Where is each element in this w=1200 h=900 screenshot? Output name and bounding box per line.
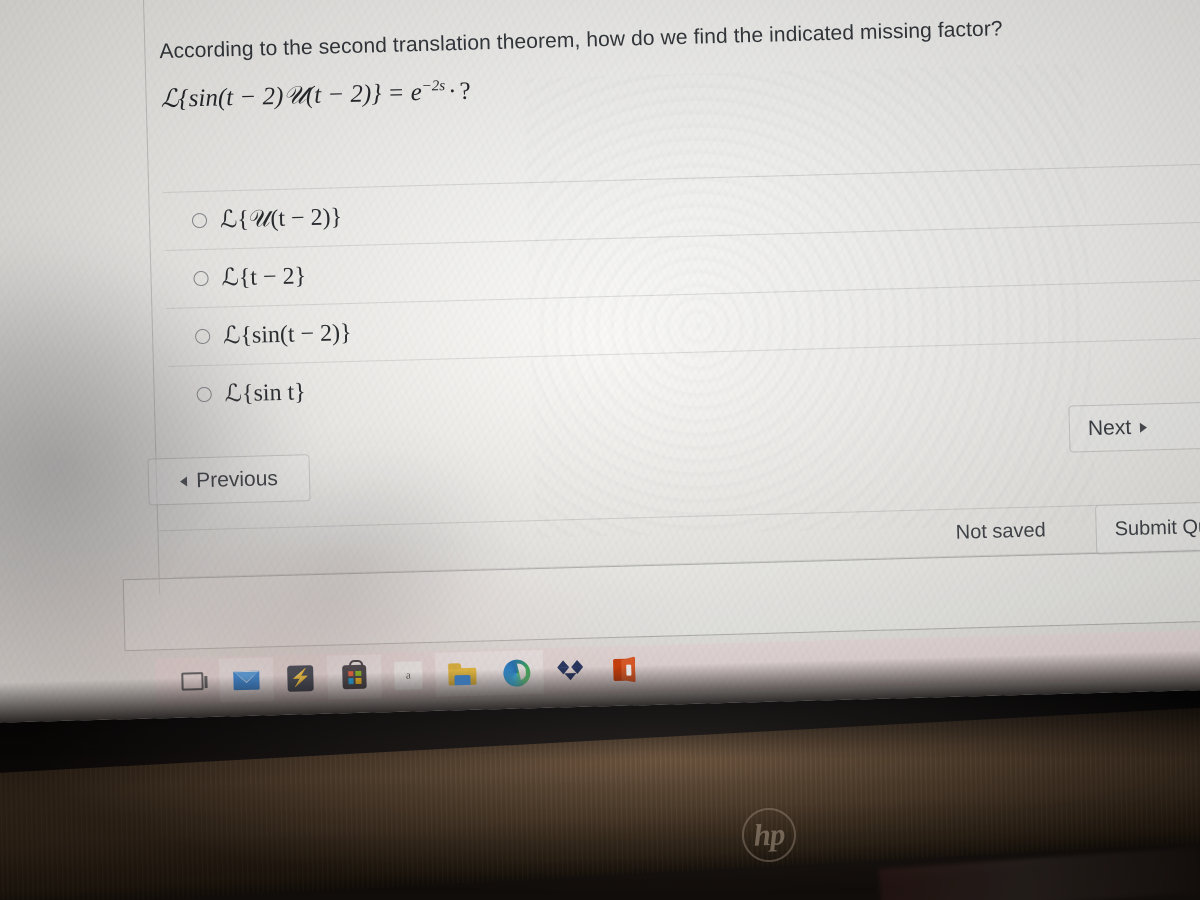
office-icon-cutout bbox=[626, 664, 632, 676]
submit-quiz-button[interactable]: Submit Qu bbox=[1095, 500, 1200, 555]
answer-options-list: ℒ{𝒰(t − 2)} ℒ{t − 2} ℒ{sin(t − 2)} ℒ{sin… bbox=[163, 163, 1200, 578]
submit-quiz-label: Submit Qu bbox=[1114, 515, 1200, 540]
next-button[interactable]: Next bbox=[1068, 401, 1200, 453]
formula-dot: · bbox=[447, 78, 457, 106]
radio-button-1[interactable] bbox=[193, 270, 209, 287]
answer-option-label-3: ℒ{sin t} bbox=[224, 379, 307, 408]
answer-option-label-0: ℒ{𝒰(t − 2)} bbox=[219, 204, 343, 234]
question-formula: ℒ{sin(t − 2)𝒰(t − 2)} = e−2s ·? bbox=[160, 56, 1200, 114]
radio-button-3[interactable] bbox=[196, 386, 212, 403]
screen-surface: According to the second translation theo… bbox=[0, 0, 1200, 724]
photo-of-laptop-screen: hp According to the second translation t… bbox=[0, 0, 1200, 900]
file-explorer-inner bbox=[454, 674, 471, 686]
formula-lead: ℒ{sin(t − 2)𝒰(t − 2)} = e−2s bbox=[160, 78, 446, 114]
formula-exponent: −2s bbox=[421, 78, 446, 95]
answer-option-label-2: ℒ{sin(t − 2)} bbox=[222, 319, 352, 350]
previous-button-label: Previous bbox=[195, 466, 279, 492]
quiz-content-column: According to the second translation theo… bbox=[142, 0, 1200, 595]
question-prompt: According to the second translation theo… bbox=[159, 17, 1003, 64]
question-block: According to the second translation theo… bbox=[159, 12, 1200, 578]
next-button-label: Next bbox=[1087, 415, 1132, 440]
previous-button[interactable]: Previous bbox=[147, 454, 311, 506]
chevron-left-icon bbox=[180, 475, 188, 487]
formula-question-mark: ? bbox=[459, 77, 472, 105]
save-status-text: Not saved bbox=[955, 519, 1047, 544]
radio-button-2[interactable] bbox=[194, 328, 211, 345]
chevron-right-icon bbox=[1139, 422, 1148, 433]
answer-option-label-1: ℒ{t − 2} bbox=[221, 263, 307, 292]
radio-button-0[interactable] bbox=[191, 212, 208, 229]
